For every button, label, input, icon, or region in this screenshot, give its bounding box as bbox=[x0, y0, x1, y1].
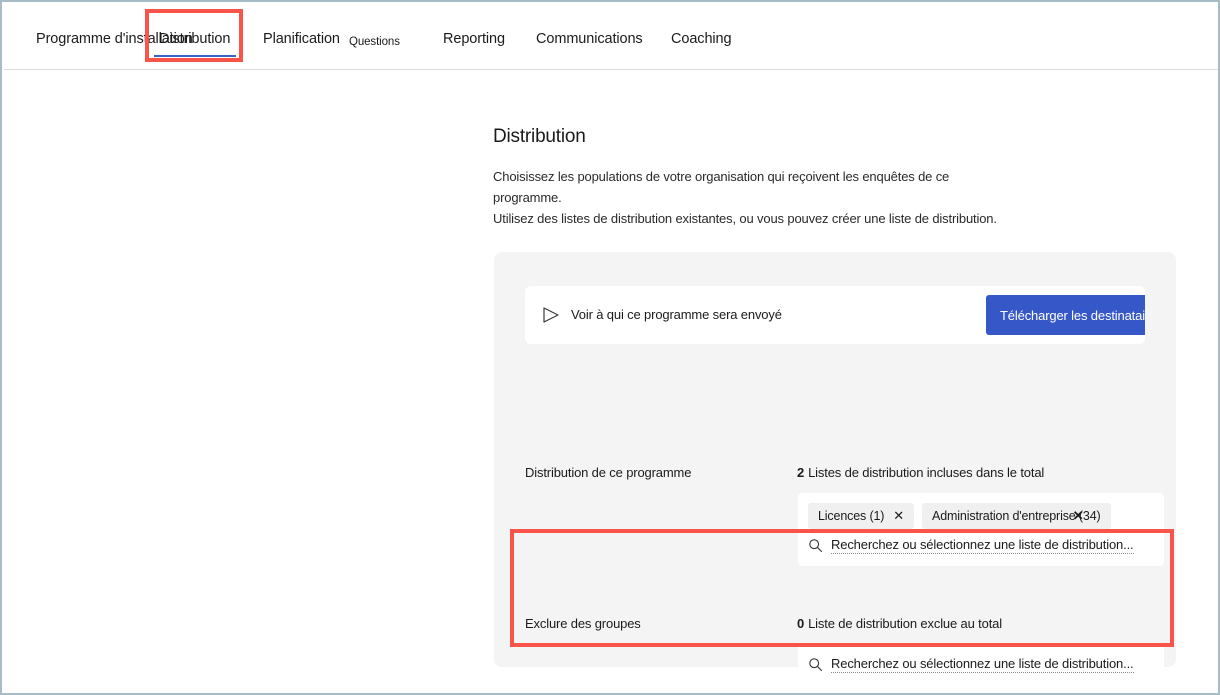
include-count-text: Listes de distribution incluses dans le … bbox=[808, 465, 1045, 480]
include-distribution-lists-field[interactable]: Licences (1) ✕ Administration d'entrepri… bbox=[798, 493, 1164, 566]
include-chips: Licences (1) ✕ Administration d'entrepri… bbox=[808, 503, 1111, 529]
recipients-preview-card: Voir à qui ce programme sera envoyé Télé… bbox=[525, 286, 1145, 344]
include-search-input[interactable]: Recherchez ou sélectionnez une liste de … bbox=[831, 537, 1134, 554]
exclude-search-input[interactable]: Recherchez ou sélectionnez une liste de … bbox=[831, 656, 1134, 673]
include-count-number: 2 bbox=[797, 465, 805, 480]
page-description-line-1: Choisissez les populations de votre orga… bbox=[493, 169, 950, 205]
tab-planification[interactable]: Planification bbox=[263, 30, 340, 48]
recipients-preview-label: Voir à qui ce programme sera envoyé bbox=[571, 307, 782, 322]
send-icon bbox=[543, 307, 559, 323]
tab-questions[interactable]: Questions bbox=[349, 33, 400, 51]
exclude-section-count: 0 Liste de distribution exclue au total bbox=[797, 616, 1002, 631]
tab-reporting[interactable]: Reporting bbox=[443, 30, 505, 48]
chip-administration-entreprise-remove-icon[interactable]: ✕ bbox=[1073, 508, 1084, 524]
exclude-section-label: Exclure des groupes bbox=[525, 616, 641, 631]
exclude-count-text: Liste de distribution exclue au total bbox=[808, 616, 1003, 631]
page-description: Choisissez les populations de votre orga… bbox=[493, 166, 1013, 229]
include-section-count: 2 Listes de distribution incluses dans le… bbox=[797, 465, 1044, 480]
tab-bar: Programme d'installation Distribution Pl… bbox=[4, 4, 1218, 70]
app-window: Programme d'installation Distribution Pl… bbox=[0, 0, 1220, 695]
page-description-line-2: Utilisez des listes de distribution exis… bbox=[493, 211, 997, 226]
chip-licences-remove-icon[interactable]: ✕ bbox=[893, 508, 904, 524]
tab-coaching[interactable]: Coaching bbox=[671, 30, 732, 48]
distribution-panel: Voir à qui ce programme sera envoyé Télé… bbox=[494, 252, 1176, 685]
search-icon bbox=[809, 658, 823, 672]
page-title: Distribution bbox=[493, 126, 586, 147]
tab-distribution[interactable]: Distribution bbox=[159, 30, 230, 48]
tab-communications[interactable]: Communications bbox=[536, 30, 643, 48]
download-recipients-button[interactable]: Télécharger les destinataires bbox=[986, 295, 1145, 335]
include-search-row[interactable]: Recherchez ou sélectionnez une liste de … bbox=[808, 537, 1134, 554]
exclude-count-number: 0 bbox=[797, 616, 805, 631]
exclude-search-row[interactable]: Recherchez ou sélectionnez une liste de … bbox=[808, 656, 1134, 673]
exclude-distribution-lists-field[interactable]: Recherchez ou sélectionnez une liste de … bbox=[798, 644, 1164, 685]
active-tab-underline bbox=[154, 55, 236, 57]
search-icon bbox=[809, 539, 823, 553]
chip-licences[interactable]: Licences (1) ✕ bbox=[808, 503, 915, 529]
chip-administration-entreprise[interactable]: Administration d'entreprise (34) ✕ bbox=[922, 503, 1111, 529]
main-content: Distribution Choisissez les populations … bbox=[4, 71, 1218, 693]
include-section-label: Distribution de ce programme bbox=[525, 465, 692, 480]
chip-licences-label: Licences (1) bbox=[818, 509, 885, 523]
